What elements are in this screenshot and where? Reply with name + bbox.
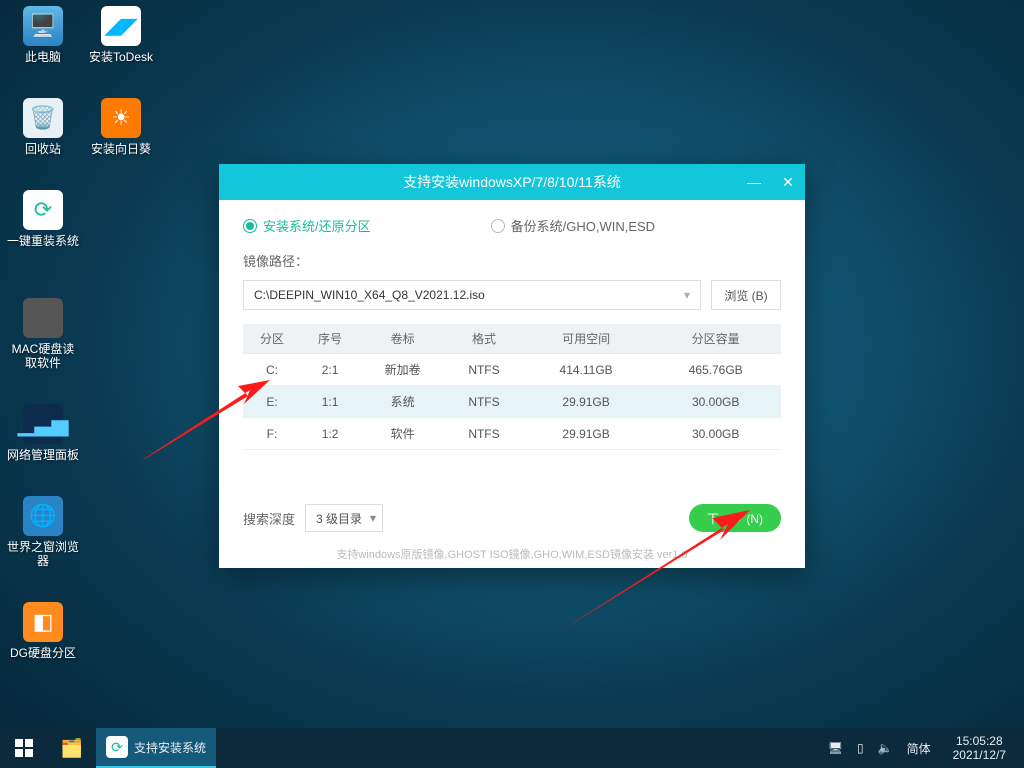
disk-icon: ◧: [23, 602, 63, 642]
radio-dot-icon: [243, 219, 257, 233]
th-volume: 卷标: [359, 324, 446, 354]
radio-dot-icon: [491, 219, 505, 233]
desktop-icon-reinstall[interactable]: ⟳ 一键重装系统: [6, 190, 80, 248]
taskbar-active-app[interactable]: ⟳ 支持安装系统: [96, 728, 216, 768]
folder-icon: 🗂️: [61, 738, 83, 759]
start-button[interactable]: [0, 728, 48, 768]
apple-icon: [23, 298, 63, 338]
system-tray: 🖥 ▯ 🔈 简体 15:05:28 2021/12/7: [818, 734, 1024, 762]
windows-logo-icon: [15, 739, 33, 757]
th-seq: 序号: [301, 324, 359, 354]
table-row[interactable]: E:1:1系统NTFS29.91GB30.00GB: [243, 386, 781, 418]
taskbar-app-label: 支持安装系统: [134, 739, 206, 756]
desktop-icon-dg[interactable]: ◧ DG硬盘分区: [6, 602, 80, 660]
footer-hint: 支持windows原版镜像,GHOST ISO镜像,GHO,WIM,ESD镜像安…: [243, 546, 781, 562]
th-fs: 格式: [446, 324, 522, 354]
image-path-label: 镜像路径：: [243, 251, 781, 270]
desktop-icon-todesk[interactable]: ◢◤ 安装ToDesk: [84, 6, 158, 64]
desktop-icon-net-panel[interactable]: ▁▃▅ 网络管理面板: [6, 404, 80, 462]
ime-indicator[interactable]: 简体: [907, 740, 931, 757]
table-row[interactable]: F:1:2软件NTFS29.91GB30.00GB: [243, 418, 781, 450]
sun-icon: ☀: [101, 98, 141, 138]
clock-date: 2021/12/7: [953, 748, 1006, 762]
minimize-button[interactable]: —: [737, 164, 771, 200]
radio-backup[interactable]: 备份系统/GHO,WIN,ESD: [491, 216, 655, 235]
desktop-icon-world-browser[interactable]: 🌐 世界之窗浏览器: [6, 496, 80, 568]
chart-icon: ▁▃▅: [23, 404, 63, 444]
desktop-icon-recycle-bin[interactable]: 🗑️ 回收站: [6, 98, 80, 156]
desktop-icon-mac-disk[interactable]: MAC硬盘读取软件: [6, 298, 80, 370]
installer-window: 支持安装windowsXP/7/8/10/11系统 — ✕ 安装系统/还原分区 …: [219, 164, 805, 568]
network-icon[interactable]: 🖥: [828, 741, 843, 755]
image-path-select[interactable]: C:\DEEPIN_WIN10_X64_Q8_V2021.12.iso ▾: [243, 280, 701, 310]
window-titlebar[interactable]: 支持安装windowsXP/7/8/10/11系统 — ✕: [219, 164, 805, 200]
th-size: 分区容量: [650, 324, 781, 354]
search-depth-select[interactable]: 3 级目录: [305, 504, 383, 532]
partition-table: 分区 序号 卷标 格式 可用空间 分区容量 C:2:1新加卷NTFS414.11…: [243, 324, 781, 450]
table-row[interactable]: C:2:1新加卷NTFS414.11GB465.76GB: [243, 354, 781, 386]
trash-icon: 🗑️: [23, 98, 63, 138]
desktop-icon-this-pc[interactable]: 🖥️ 此电脑: [6, 6, 80, 64]
th-partition: 分区: [243, 324, 301, 354]
next-button[interactable]: 下一步 (N): [689, 504, 781, 532]
image-path-value: C:\DEEPIN_WIN10_X64_Q8_V2021.12.iso: [254, 288, 485, 302]
th-free: 可用空间: [522, 324, 650, 354]
todesk-icon: ◢◤: [101, 6, 141, 46]
volume-icon[interactable]: 🔈: [878, 741, 893, 755]
window-title: 支持安装windowsXP/7/8/10/11系统: [403, 172, 621, 192]
monitor-icon: 🖥️: [23, 6, 63, 46]
refresh-icon: ⟳: [23, 190, 63, 230]
clock-time: 15:05:28: [953, 734, 1006, 748]
radio-install-restore[interactable]: 安装系统/还原分区: [243, 216, 371, 235]
browse-button[interactable]: 浏览 (B): [711, 280, 781, 310]
taskbar: 🗂️ ⟳ 支持安装系统 🖥 ▯ 🔈 简体 15:05:28 2021/12/7: [0, 728, 1024, 768]
close-button[interactable]: ✕: [771, 164, 805, 200]
battery-icon[interactable]: ▯: [857, 741, 864, 755]
chevron-down-icon: ▾: [684, 288, 690, 302]
search-depth-label: 搜索深度: [243, 509, 295, 528]
taskbar-clock[interactable]: 15:05:28 2021/12/7: [945, 734, 1014, 762]
desktop-icon-sunflower[interactable]: ☀ 安装向日葵: [84, 98, 158, 156]
globe-icon: 🌐: [23, 496, 63, 536]
taskbar-explorer-button[interactable]: 🗂️: [48, 728, 96, 768]
app-icon: ⟳: [106, 736, 128, 758]
